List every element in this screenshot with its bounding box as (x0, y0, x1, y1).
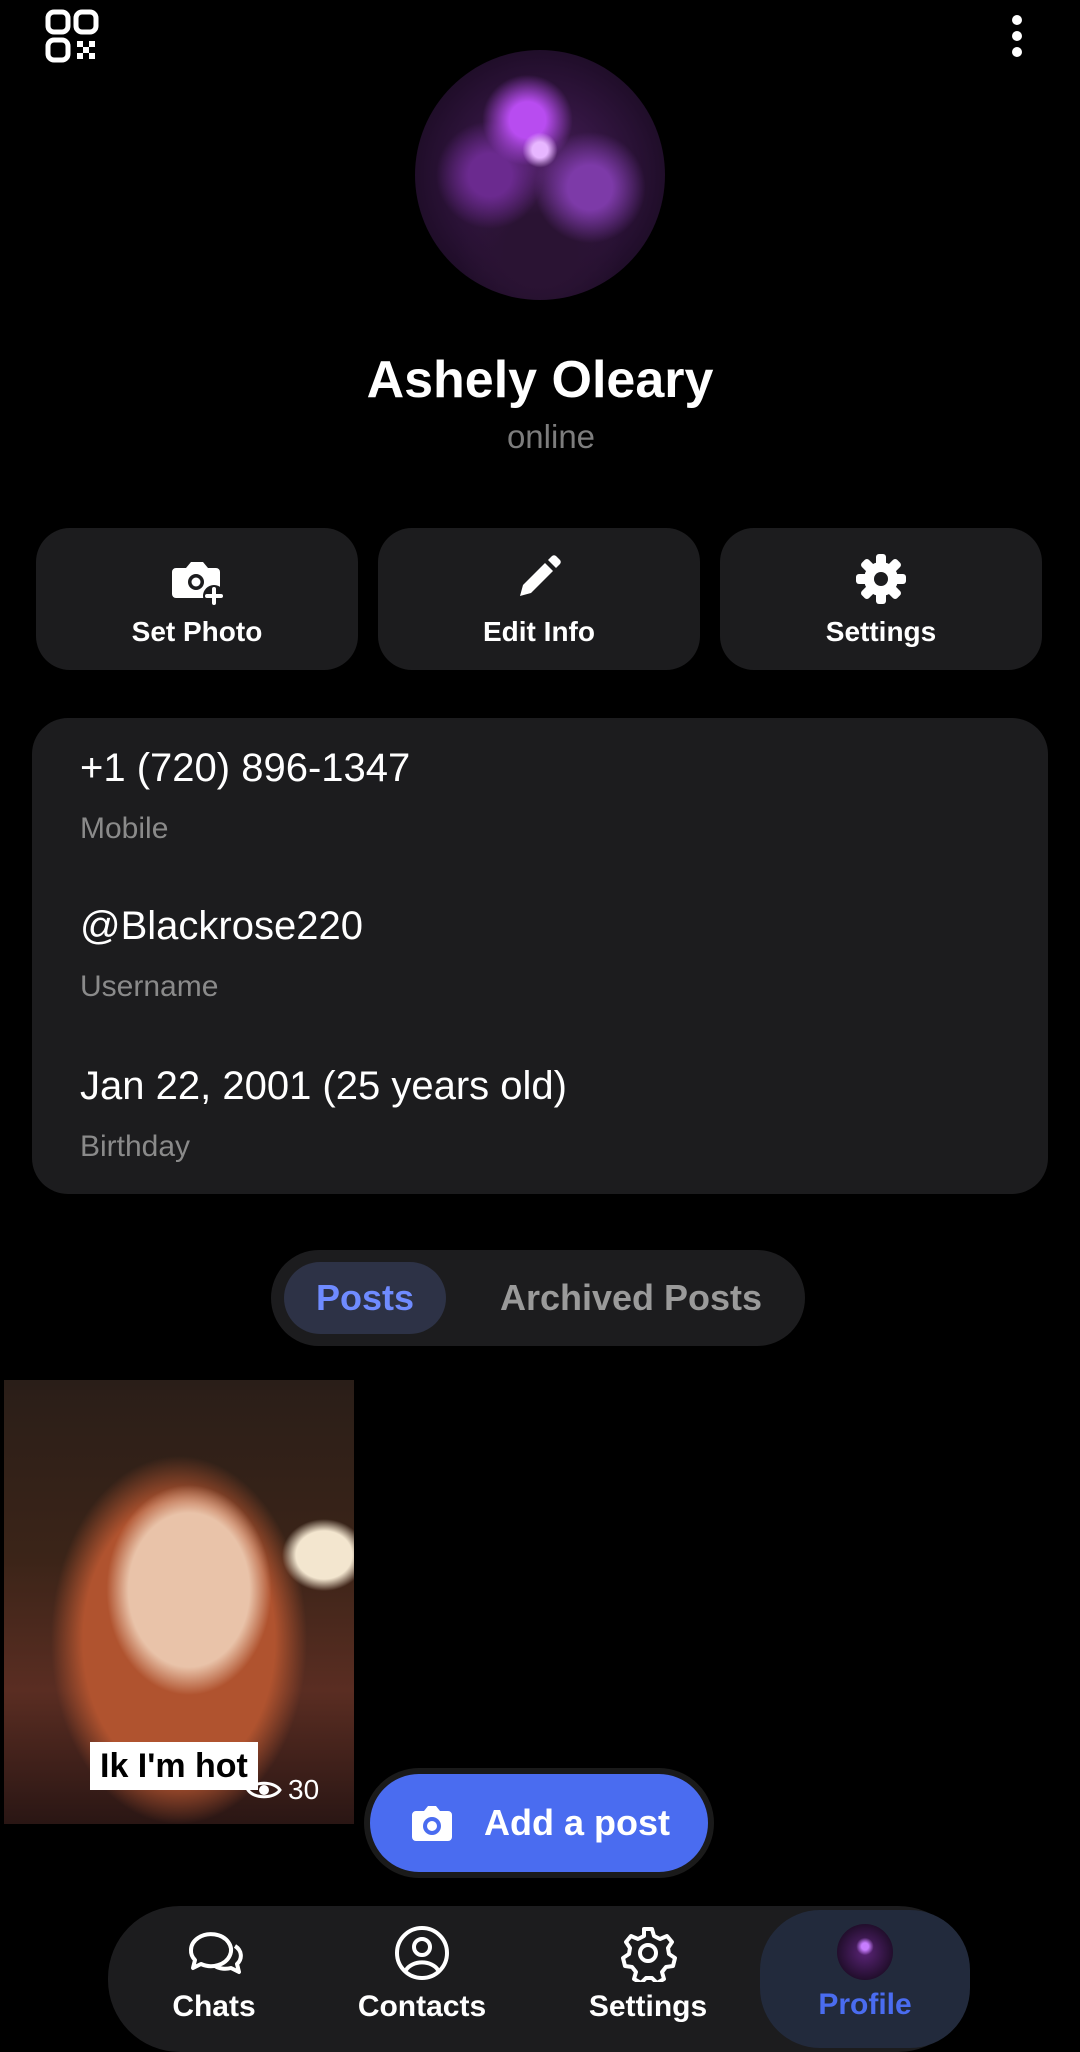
nav-item-settings[interactable]: Settings (578, 1924, 718, 2042)
qr-code-icon (45, 9, 99, 63)
nav-label-settings: Settings (588, 1990, 708, 2023)
set-photo-button[interactable]: Set Photo (36, 528, 358, 670)
more-options-button[interactable] (992, 8, 1042, 64)
set-photo-label: Set Photo (131, 616, 263, 647)
camera-icon (412, 1806, 452, 1841)
nav-label-chats: Chats (172, 1990, 256, 2023)
phone-number[interactable]: +1 (720) 896-1347 (80, 746, 410, 791)
nav-label-profile: Profile (818, 1988, 912, 2021)
qr-code-button[interactable] (44, 8, 100, 64)
user-circle-icon (395, 1926, 449, 1980)
chat-bubbles-icon (189, 1932, 243, 1974)
profile-avatar-mini (837, 1924, 893, 1980)
username-value[interactable]: @Blackrose220 (80, 904, 363, 949)
tab-posts[interactable]: Posts (284, 1262, 446, 1334)
nav-item-contacts[interactable]: Contacts (352, 1924, 492, 2042)
nav-item-profile[interactable]: Profile (800, 1924, 930, 2042)
profile-status: online (506, 418, 596, 455)
settings-action-button[interactable]: Settings (720, 528, 1042, 670)
profile-name: Ashely Oleary (366, 351, 714, 409)
post-views-count: 30 (288, 1774, 320, 1805)
gear-icon (856, 554, 906, 604)
edit-info-label: Edit Info (483, 616, 595, 647)
birthday-label: Birthday (80, 1130, 191, 1163)
birthday-value[interactable]: Jan 22, 2001 (25 years old) (80, 1064, 567, 1109)
edit-info-button[interactable]: Edit Info (378, 528, 700, 670)
camera-plus-icon (172, 562, 225, 607)
gear-icon (621, 1927, 677, 1982)
phone-label: Mobile (80, 812, 169, 845)
more-vertical-icon (1012, 15, 1022, 57)
profile-avatar[interactable] (415, 50, 665, 300)
tab-archived-posts[interactable]: Archived Posts (470, 1262, 792, 1334)
post-view-count: 30 (246, 1774, 319, 1806)
add-post-button[interactable]: Add a post (364, 1768, 714, 1878)
settings-action-label: Settings (825, 616, 937, 647)
add-post-label: Add a post (484, 1802, 670, 1843)
nav-label-contacts: Contacts (357, 1990, 487, 2023)
nav-item-chats[interactable]: Chats (164, 1924, 264, 2042)
eye-icon (246, 1781, 282, 1799)
post-caption: Ik I'm hot (90, 1742, 258, 1790)
username-label: Username (80, 970, 219, 1003)
pencil-icon (520, 555, 561, 596)
